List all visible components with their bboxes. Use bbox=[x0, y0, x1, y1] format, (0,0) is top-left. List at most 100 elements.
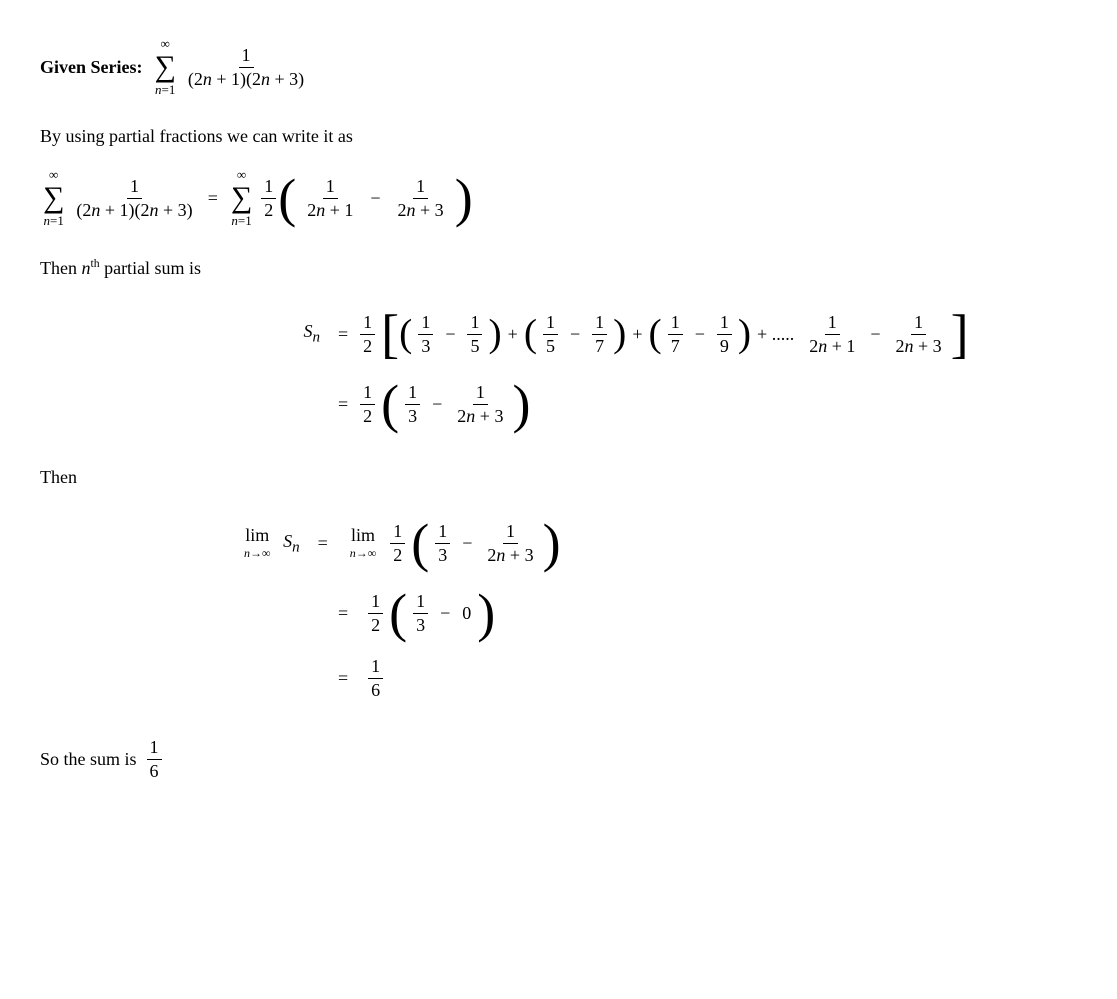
pf-frac1-num: 1 bbox=[323, 176, 338, 199]
sn-eq2: = 1 2 ( 1 3 − bbox=[240, 377, 530, 431]
lim-f2: 1 2n + 3 bbox=[482, 521, 538, 566]
sn-half: 1 2 bbox=[358, 312, 377, 357]
sn-eq2-half: 1 2 bbox=[358, 382, 377, 427]
pf-sigma-sym: ∑ bbox=[43, 183, 64, 213]
pf-equals: = bbox=[208, 188, 218, 209]
lim-sub2: n→∞ bbox=[350, 546, 377, 561]
lim-sn-sym: Sn bbox=[283, 531, 300, 551]
given-series-space bbox=[142, 57, 151, 78]
partial-fractions-text: By using partial fractions we can write … bbox=[40, 126, 1077, 147]
conclusion-section: So the sum is 1 6 bbox=[40, 737, 1077, 782]
sn-p2-f1: 1 5 bbox=[541, 312, 560, 357]
lim-f1: 1 3 bbox=[433, 521, 452, 566]
lim-frac-1-6: 1 6 bbox=[368, 656, 383, 701]
lim-eq2-half-frac: 1 2 bbox=[368, 591, 383, 636]
sn-frac-1-7: 1 7 bbox=[592, 312, 607, 357]
limit-equations: lim n→∞ Sn = lim n→∞ 1 bbox=[40, 508, 1077, 709]
partial-fractions-section: By using partial fractions we can write … bbox=[40, 126, 1077, 229]
partial-fractions-eq-row: ∞ ∑ n=1 1 (2n + 1)(2n + 3) = ∞ ∑ n=1 bbox=[40, 167, 1077, 229]
sn-half-den: 2 bbox=[360, 335, 375, 357]
lim-lp: ( bbox=[411, 516, 429, 570]
sn-p1-rp: ) bbox=[488, 314, 501, 354]
lim-half-frac: 1 2 bbox=[390, 521, 405, 566]
pf-sigma-right-bot: n=1 bbox=[231, 213, 251, 229]
sn-frac-1-5b: 1 5 bbox=[543, 312, 558, 357]
pf-frac2: 1 2n + 3 bbox=[395, 176, 447, 221]
sn-p1-f2: 1 5 bbox=[465, 312, 484, 357]
lim-eq2-f1: 1 3 bbox=[411, 591, 430, 636]
sn-frac-1-9: 1 9 bbox=[717, 312, 732, 357]
pf-half-num: 1 bbox=[261, 176, 276, 199]
lim-block-left: lim n→∞ Sn bbox=[240, 525, 300, 561]
nth-partial-sum-text: Then nth partial sum is bbox=[40, 257, 1077, 279]
sn-lbracket: [ bbox=[381, 307, 399, 361]
pf-half-den: 2 bbox=[261, 199, 276, 221]
sn-frac-1-7b: 1 7 bbox=[668, 312, 683, 357]
lim-eq3: = 1 6 bbox=[240, 656, 385, 701]
sn-tail-minus: − bbox=[870, 324, 880, 345]
sn-frac-1-2n1: 1 2n + 1 bbox=[806, 312, 858, 357]
sn-p3-f2: 1 9 bbox=[715, 312, 734, 357]
sn-symbol: Sn bbox=[240, 321, 320, 347]
lim-eq3-result: 1 6 bbox=[366, 656, 385, 701]
pf-minus: − bbox=[370, 188, 380, 209]
lim-frac-1-2n3: 1 2n + 3 bbox=[484, 521, 536, 566]
sn-plus1: + bbox=[508, 324, 518, 345]
given-series-frac: 1 (2n + 1)(2n + 3) bbox=[183, 45, 309, 90]
lim-eq1-equals: = bbox=[318, 533, 328, 554]
sn-eq2-frac-1-2n3: 1 2n + 3 bbox=[454, 382, 506, 427]
sn-p3-minus: − bbox=[695, 324, 705, 345]
lim-eq2-half: 1 2 bbox=[366, 591, 385, 636]
sn-eq2-rp: ) bbox=[512, 377, 530, 431]
lim-sym2: lim bbox=[351, 525, 375, 546]
so-the-sum-is-text: So the sum is bbox=[40, 749, 137, 770]
lim-sym2-block: lim n→∞ bbox=[350, 525, 377, 561]
given-frac-num: 1 bbox=[239, 45, 254, 68]
given-series-label: Given Series: bbox=[40, 57, 142, 78]
sn-frac-1-2n3: 1 2n + 3 bbox=[893, 312, 945, 357]
lim-block-right: lim n→∞ bbox=[346, 525, 381, 561]
lim-sub1: n→∞ bbox=[244, 546, 271, 561]
pf-frac-left-inner: 1 (2n + 1)(2n + 3) bbox=[73, 176, 195, 221]
pf-half-frac: 1 2 bbox=[261, 176, 276, 221]
given-series-row: Given Series: ∞ ∑ n=1 1 (2n + 1)(2n + 3) bbox=[40, 36, 1077, 98]
sn-eq2-equals: = bbox=[338, 394, 348, 415]
lim-sn: lim n→∞ bbox=[244, 525, 271, 561]
sn-eq1: Sn = 1 2 [ ( 1 3 bbox=[240, 307, 969, 361]
lim-eq2-equals: = bbox=[338, 603, 348, 624]
lim-eq2-lp: ( bbox=[389, 586, 407, 640]
sn-p3-rp: ) bbox=[738, 314, 751, 354]
lim-eq3-equals: = bbox=[338, 668, 348, 689]
lim-frac-1-3: 1 3 bbox=[435, 521, 450, 566]
sn-eq2-frac-1-3: 1 3 bbox=[405, 382, 420, 427]
sn-eq2-f2: 1 2n + 3 bbox=[452, 382, 508, 427]
pf-frac1: 1 2n + 1 bbox=[304, 176, 356, 221]
pf-rparen: ) bbox=[455, 171, 473, 225]
sn-dots: + ..... bbox=[757, 324, 794, 345]
nth-partial-sum-section: Then nth partial sum is Sn = 1 2 [ ( bbox=[40, 257, 1077, 439]
sn-p2-f2: 1 7 bbox=[590, 312, 609, 357]
pf-sigma-bot: n=1 bbox=[44, 213, 64, 229]
math-content: Given Series: ∞ ∑ n=1 1 (2n + 1)(2n + 3)… bbox=[40, 36, 1077, 782]
conclusion-frac-1-6: 1 6 bbox=[147, 737, 162, 782]
pf-frac1-den: 2n + 1 bbox=[304, 199, 356, 221]
lim-eq1: lim n→∞ Sn = lim n→∞ 1 bbox=[240, 516, 561, 570]
given-series-section: Given Series: ∞ ∑ n=1 1 (2n + 1)(2n + 3) bbox=[40, 36, 1077, 98]
sigma-symbol: ∑ bbox=[154, 52, 175, 82]
sn-plus2: + bbox=[632, 324, 642, 345]
pf-frac-left: 1 (2n + 1)(2n + 3) bbox=[71, 176, 197, 221]
given-series-sigma: ∞ ∑ n=1 bbox=[154, 36, 175, 98]
sn-eq1-equals: = bbox=[338, 324, 348, 345]
sn-eq2-minus: − bbox=[432, 394, 442, 415]
pf-frac2-den: 2n + 3 bbox=[395, 199, 447, 221]
lim-eq2-zero: 0 bbox=[462, 603, 471, 624]
conclusion-row: So the sum is 1 6 bbox=[40, 737, 1077, 782]
given-frac: 1 (2n + 1)(2n + 3) bbox=[185, 45, 307, 90]
pf-lparen: ( bbox=[278, 171, 296, 225]
sn-p3-lp: ( bbox=[649, 314, 662, 354]
pf-frac-left-num: 1 bbox=[127, 176, 142, 199]
pf-sigma-left: ∞ ∑ n=1 bbox=[43, 167, 64, 229]
pf-sigma-right-sym: ∑ bbox=[231, 183, 252, 213]
then-section: Then lim n→∞ Sn = lim bbox=[40, 467, 1077, 709]
sn-p2-minus: − bbox=[570, 324, 580, 345]
